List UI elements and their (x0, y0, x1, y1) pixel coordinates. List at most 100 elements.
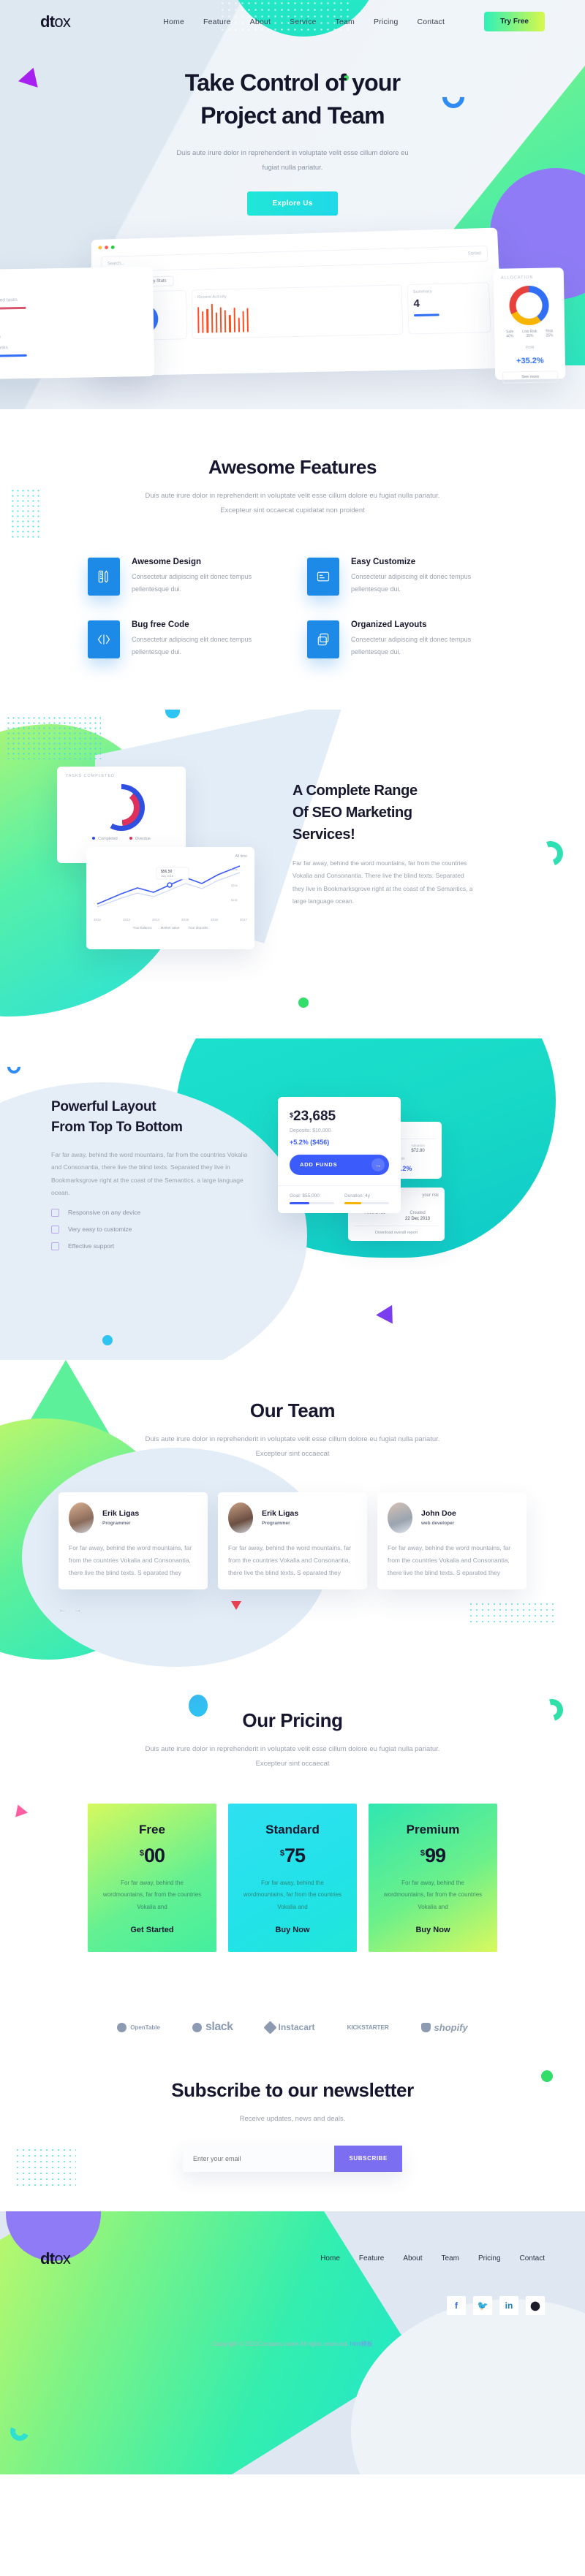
facebook-icon[interactable]: f (447, 2295, 466, 2315)
logo[interactable]: dtox (40, 12, 71, 31)
power-body: Far far away, behind the word mountains,… (51, 1150, 248, 1197)
legend-low-risk-name: Low Risk (522, 329, 537, 334)
goal-label: Goal: $55,000 (290, 1193, 320, 1198)
svg-text:July 2015: July 2015 (161, 874, 174, 878)
fund-change: +5.2% ($456) (290, 1138, 330, 1146)
allocation-card: ALLOCATION Safe 40% Low Risk 35% Risk 25… (493, 267, 566, 384)
cyan-dot-decoration (102, 1334, 113, 1345)
site-footer: dtox Home Feature About Team Pricing Con… (0, 2211, 585, 2474)
carousel-next-arrow-icon[interactable]: → (74, 1606, 82, 1614)
features-subtitle: Duis aute irure dolor in reprehenderit i… (145, 492, 440, 514)
dashboard-stats-card: 36 Completed tasks 68 Open Tasks (0, 266, 155, 379)
plan-name: Free (139, 1822, 165, 1836)
nav-item-about[interactable]: About (250, 18, 271, 26)
logo-kickstarter[interactable]: KICKSTARTER (347, 2024, 389, 2031)
nav-item-service[interactable]: Service (290, 18, 316, 26)
footer-social-links: f 🐦 in ⬤ (40, 2295, 545, 2315)
see-more-button[interactable]: See more (502, 371, 559, 384)
buy-now-button[interactable]: Buy Now (415, 1926, 450, 1934)
tasks-ring-legend: Completed Overdue (66, 837, 177, 841)
window-close-dot (105, 245, 108, 249)
nav-item-home[interactable]: Home (163, 18, 184, 26)
dashboard-count-card: Summary 4 (407, 281, 491, 335)
allocation-profit-label: Profit (525, 345, 535, 350)
seo-title-line2: Of SEO Marketing (292, 804, 412, 821)
try-free-button[interactable]: Try Free (484, 12, 545, 31)
footer-links: Home Feature About Team Pricing Contact (320, 2254, 545, 2262)
feature-desc: Consectetur adipiscing elit donec tempus… (351, 635, 472, 656)
feature-card: Bug free Code Consectetur adipiscing eli… (88, 620, 278, 658)
github-icon[interactable]: ⬤ (526, 2295, 545, 2315)
nav-item-feature[interactable]: Feature (203, 18, 231, 26)
nav-item-contact[interactable]: Contact (417, 18, 445, 26)
footer-link-feature[interactable]: Feature (359, 2254, 384, 2262)
add-funds-button[interactable]: ADD FUNDS → (290, 1154, 389, 1175)
balance-line-chart: $56.50 July 2015 $40k $20k $10k (97, 865, 241, 908)
x-tick: 2015 (181, 917, 189, 922)
get-started-button[interactable]: Get Started (130, 1926, 173, 1934)
linkedin-icon[interactable]: in (499, 2295, 518, 2315)
seo-content: TASKS COMPLETED Completed Overdue All ti… (44, 753, 541, 973)
plan-price: $99 (380, 1844, 486, 1867)
dashboard-search-placeholder: Search... (107, 261, 125, 267)
chart-series-legend: Your balance Market value Your deposits (94, 926, 247, 930)
dot-pattern-left (10, 488, 39, 539)
footer-link-home[interactable]: Home (320, 2254, 340, 2262)
svg-text:$10k: $10k (231, 898, 238, 902)
team-title: Our Team (249, 1399, 336, 1421)
hero-dashboard-mockup: Search... Sorted Board Stats My Stats Ta… (0, 227, 585, 384)
dashboard-count-value: 4 (413, 297, 420, 310)
footer-logo[interactable]: dtox (40, 2249, 71, 2268)
explore-us-button[interactable]: Explore Us (247, 191, 338, 216)
footer-link-pricing[interactable]: Pricing (478, 2254, 501, 2262)
avatar (388, 1502, 412, 1533)
support-icon (51, 1242, 59, 1250)
team-cards: Erik Ligas Programmer For far away, behi… (58, 1492, 526, 1589)
footer-link-team[interactable]: Team (442, 2254, 459, 2262)
pink-triangle-decoration (11, 1802, 29, 1817)
credit-link[interactable]: html模板 (350, 2341, 373, 2347)
carousel-prev-arrow-icon[interactable]: ← (58, 1606, 67, 1614)
add-funds-label: ADD FUNDS (300, 1161, 338, 1169)
buy-now-button[interactable]: Buy Now (275, 1926, 309, 1934)
footer-link-about[interactable]: About (403, 2254, 422, 2262)
balance-line-chart-card: All time $56.50 July 2015 $40k $20k $10k… (86, 846, 254, 949)
subscribe-button[interactable]: SUBSCRIBE (334, 2145, 402, 2172)
power-bullet: Effective support (51, 1242, 278, 1250)
legend-safe: Safe 40% (506, 330, 514, 338)
nav-item-pricing[interactable]: Pricing (374, 18, 399, 26)
logo-shopify[interactable]: shopify (420, 2022, 468, 2033)
team-member-card[interactable]: John Doe web developer For far away, beh… (377, 1492, 526, 1589)
nav-item-team[interactable]: Team (336, 18, 355, 26)
fund-currency: $ (290, 1111, 294, 1119)
logo-slack[interactable]: slack (192, 2021, 233, 2034)
email-input[interactable] (183, 2145, 335, 2172)
powerful-layout-section: Powerful Layout From Top To Bottom Far f… (0, 1038, 585, 1360)
logo-label: Instacart (278, 2022, 315, 2033)
logo-light: ox (54, 12, 71, 31)
powerful-cards: your risk AWS 2455 Created 22 Dec 2013 D… (278, 1090, 534, 1329)
allocation-donut-icon (509, 285, 550, 326)
allocation-label: ALLOCATION (500, 275, 534, 281)
team-member-role: web developer (421, 1521, 455, 1527)
plan-price-value: 75 (284, 1844, 306, 1866)
legend-low-risk: Low Risk 35% (522, 330, 537, 338)
completed-tasks-bar (0, 306, 26, 310)
download-report-link[interactable]: Download overall report (354, 1225, 439, 1235)
x-tick: 2012 (94, 917, 102, 922)
team-member-role: Programmer (102, 1521, 131, 1527)
logo-instacart[interactable]: Instacart (263, 2020, 315, 2034)
slack-icon (192, 2022, 202, 2032)
svg-text:$40k: $40k (231, 867, 238, 871)
team-member-card[interactable]: Erik Ligas Programmer For far away, behi… (218, 1492, 367, 1589)
fund-balance-card: $23,685 Deposits: $10,000 +5.2% ($456) A… (278, 1096, 401, 1213)
logo-opentable[interactable]: OpenTable (117, 2022, 160, 2032)
footer-link-contact[interactable]: Contact (520, 2254, 545, 2262)
team-member-head: Erik Ligas Programmer (69, 1502, 197, 1533)
team-member-card[interactable]: Erik Ligas Programmer For far away, behi… (58, 1492, 208, 1589)
pricing-card-premium: Premium $99 For far away, behind the wor… (369, 1803, 497, 1953)
power-bullet-label: Effective support (68, 1242, 115, 1250)
power-title-line2: From Top To Bottom (51, 1120, 183, 1136)
twitter-icon[interactable]: 🐦 (473, 2295, 492, 2315)
legend-completed: Completed (92, 837, 118, 841)
